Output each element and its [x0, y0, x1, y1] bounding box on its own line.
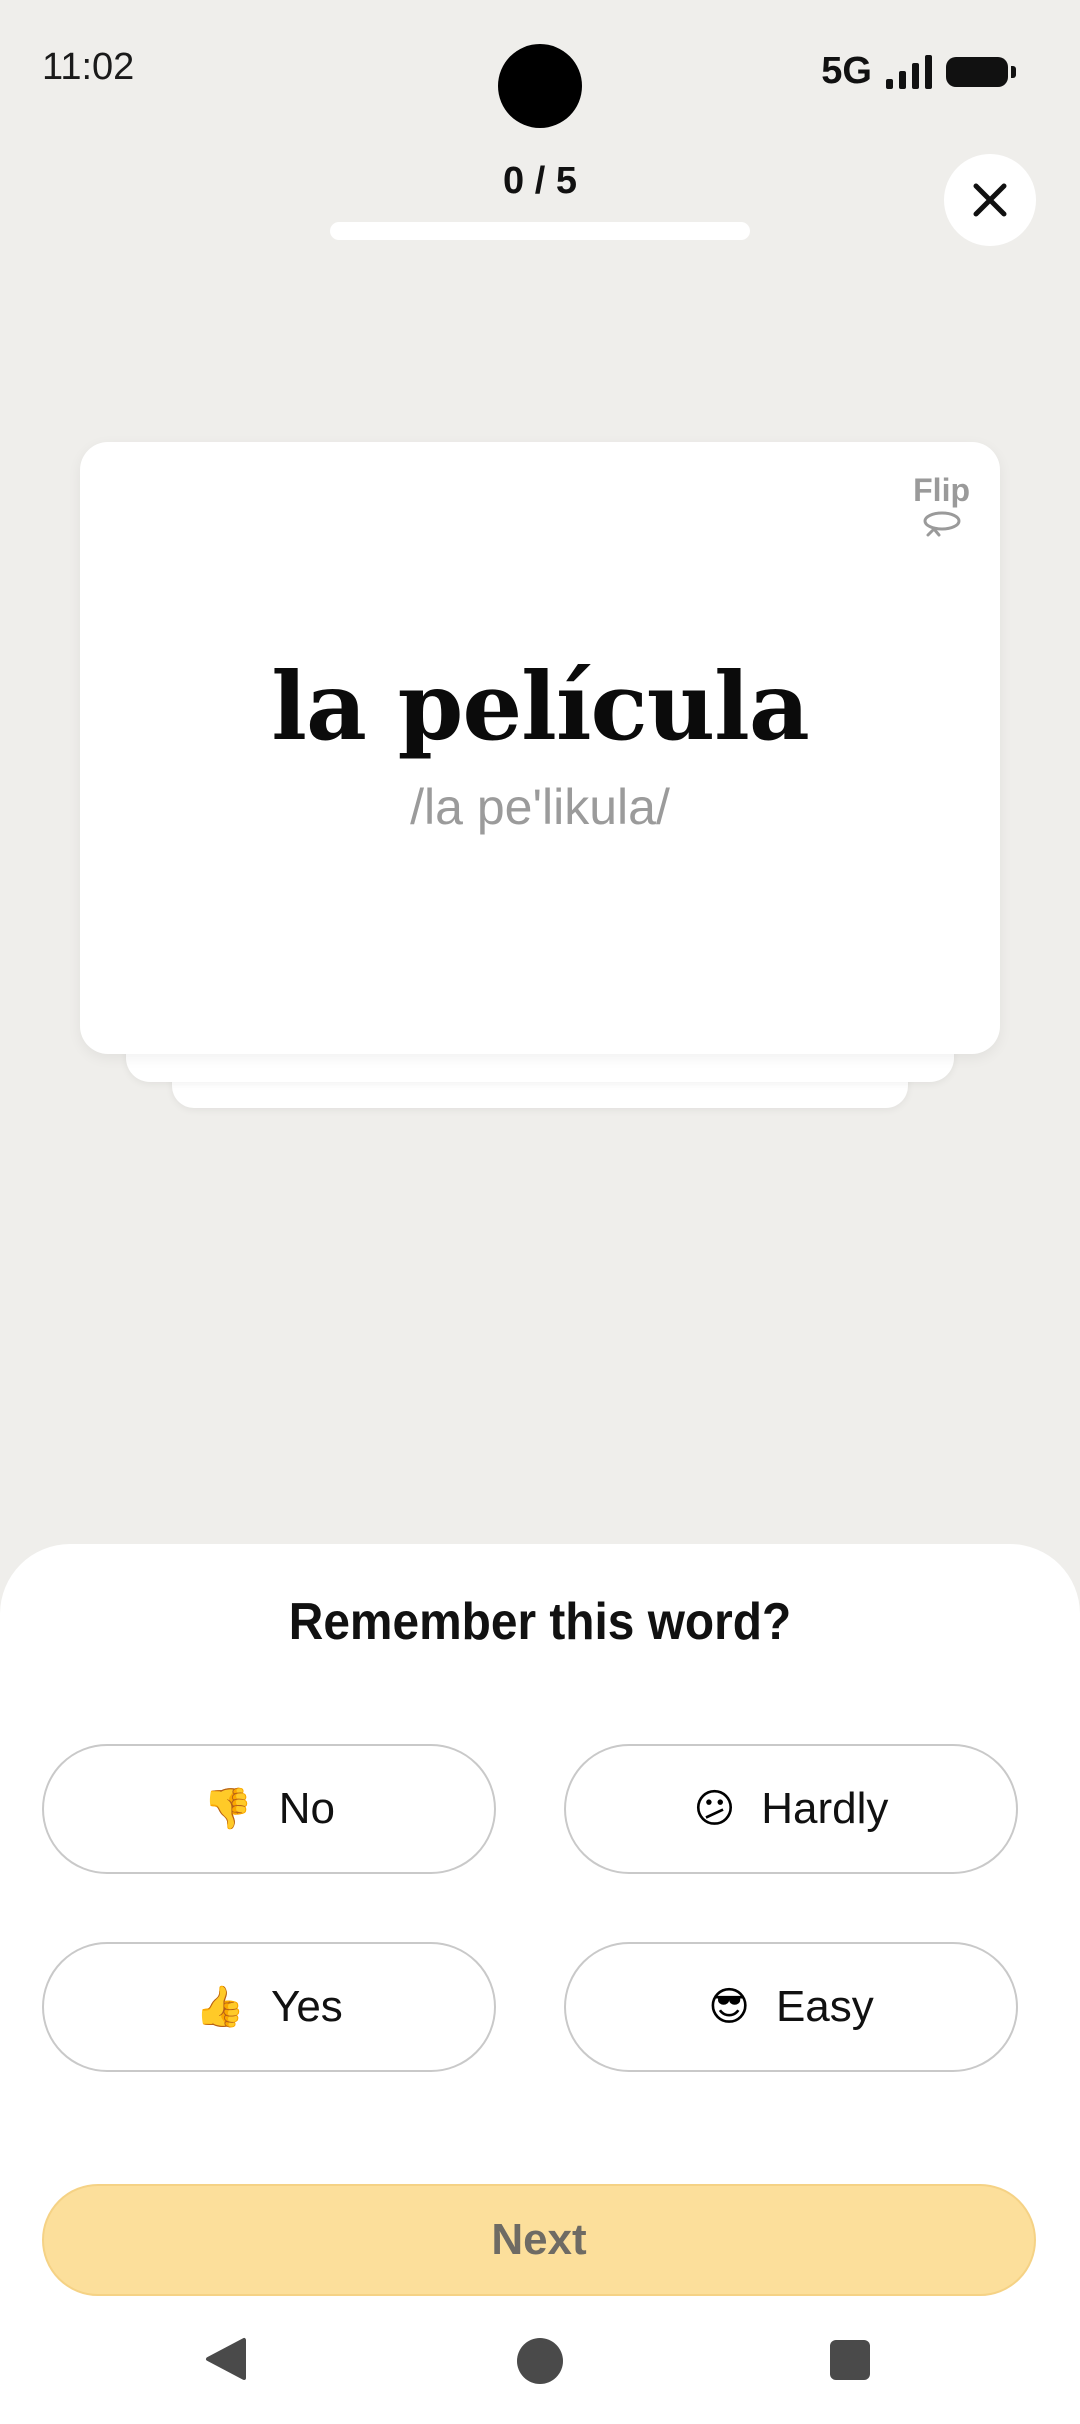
close-icon	[973, 183, 1007, 217]
choice-hardly-button[interactable]: 😕 Hardly	[564, 1744, 1018, 1874]
nav-recents-icon[interactable]	[830, 2340, 870, 2380]
flip-rotate-icon	[923, 511, 961, 537]
flashcard-screen: 11:02 5G 0 / 5 Flip la película /la pe'l…	[0, 0, 1080, 2424]
thumbs-up-icon: 👍	[195, 1985, 246, 2029]
sheet-title: Remember this word?	[288, 1593, 792, 1651]
next-button[interactable]: Next	[42, 2184, 1036, 2296]
signal-icon	[886, 54, 932, 89]
choice-label: Yes	[271, 1982, 343, 2031]
thumbs-down-icon: 👎	[202, 1787, 253, 1831]
card-phonetic: /la pe'likula/	[410, 779, 670, 835]
close-button[interactable]	[944, 154, 1036, 246]
flip-button[interactable]: Flip	[913, 472, 970, 539]
choice-label: Hardly	[761, 1784, 889, 1833]
network-type: 5G	[821, 50, 872, 92]
choice-label: Easy	[775, 1982, 874, 2031]
nav-back-icon[interactable]	[204, 2336, 250, 2382]
nav-home-icon[interactable]	[517, 2338, 563, 2384]
sunglasses-face-icon: 😎	[708, 1985, 750, 2029]
flashcard[interactable]: Flip la película /la pe'likula/	[80, 442, 1000, 1054]
choice-yes-button[interactable]: 👍 Yes	[42, 1942, 496, 2072]
progress-bar	[330, 222, 750, 240]
flip-label: Flip	[913, 472, 970, 508]
choice-label: No	[278, 1784, 336, 1833]
card-word: la película	[271, 652, 810, 762]
confused-face-icon: 😕	[693, 1787, 736, 1831]
progress-counter: 0 / 5	[503, 160, 577, 202]
battery-icon	[946, 56, 1016, 87]
status-time: 11:02	[42, 46, 135, 88]
choice-easy-button[interactable]: 😎 Easy	[564, 1942, 1018, 2072]
next-label: Next	[491, 2215, 587, 2264]
front-camera	[498, 44, 582, 128]
choice-no-button[interactable]: 👎 No	[42, 1744, 496, 1874]
status-icons: 5G	[821, 50, 1016, 93]
